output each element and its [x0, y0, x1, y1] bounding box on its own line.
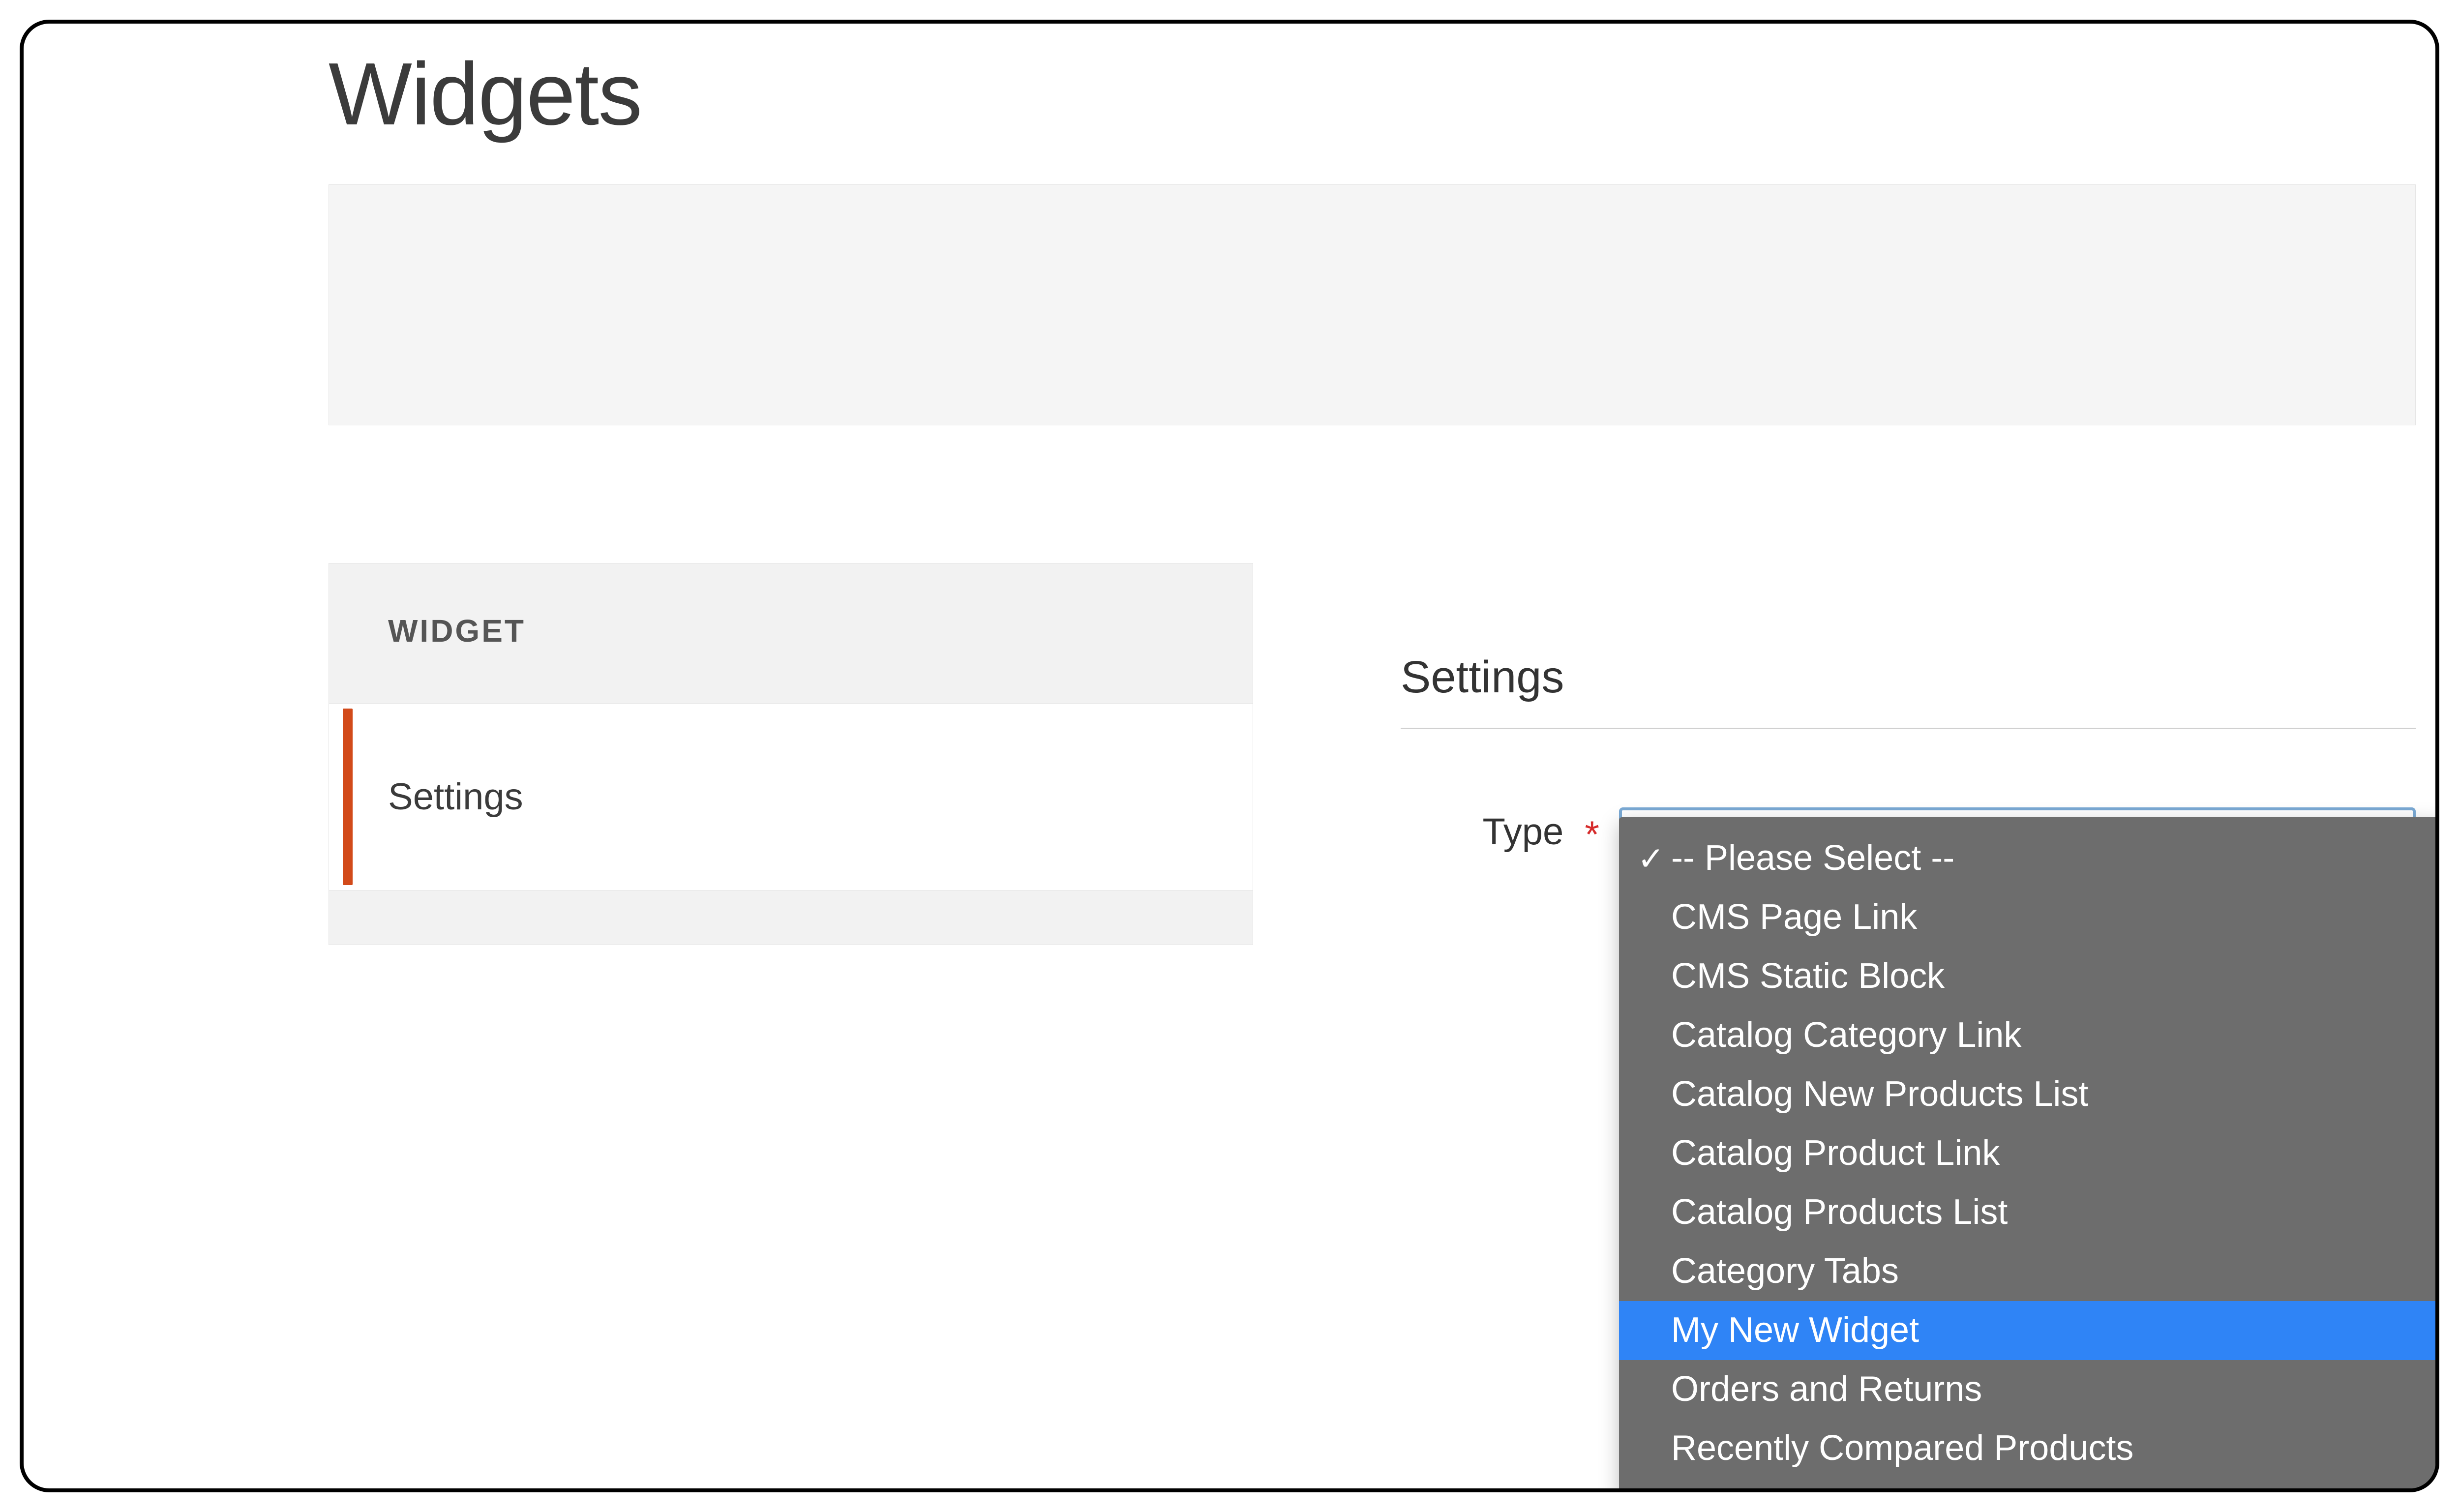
- checkmark-icon: ✓: [1631, 840, 1671, 878]
- type-option-label: CMS Static Block: [1671, 957, 1945, 996]
- type-option-catalog-category-link[interactable]: Catalog Category Link: [1619, 1006, 2439, 1065]
- type-option-catalog-product-link[interactable]: Catalog Product Link: [1619, 1124, 2439, 1183]
- toolbar-band: [329, 184, 2416, 425]
- type-option-label: My New Widget: [1671, 1311, 1919, 1350]
- required-mark-type: *: [1585, 814, 1599, 856]
- type-option-please-select[interactable]: ✓ -- Please Select --: [1619, 829, 2439, 888]
- sidebar-footer-spacer: [329, 890, 1253, 945]
- app-inner: Widgets WIDGET Settings Settings Type *: [24, 24, 2435, 1488]
- type-option-label: Catalog Products List: [1671, 1193, 2008, 1232]
- layout: WIDGET Settings Settings Type *: [329, 563, 2416, 1212]
- type-option-catalog-new-products-list[interactable]: Catalog New Products List: [1619, 1065, 2439, 1124]
- page-title: Widgets: [329, 43, 2416, 145]
- type-option-label: Category Tabs: [1671, 1252, 1899, 1291]
- type-select-wrap: ✓ -- Please Select -- CMS Page Link CMS …: [1619, 807, 2416, 891]
- form-row-type: Type * ✓ -- Please Select --: [1401, 807, 2416, 891]
- label-type-text: Type: [1483, 811, 1564, 853]
- type-option-label: CMS Page Link: [1671, 898, 1917, 937]
- type-option-label: -- Please Select --: [1671, 839, 1954, 878]
- type-option-label: Catalog New Products List: [1671, 1075, 2088, 1114]
- type-option-cms-static-block[interactable]: CMS Static Block: [1619, 947, 2439, 1006]
- main-panel: Settings Type * ✓ -- Please Select --: [1401, 563, 2416, 1212]
- sidebar-tab-settings-label: Settings: [388, 775, 523, 818]
- app-frame: Widgets WIDGET Settings Settings Type *: [20, 20, 2439, 1492]
- type-option-label: Recently Compared Products: [1671, 1429, 2133, 1468]
- type-option-orders-and-returns[interactable]: Orders and Returns: [1619, 1360, 2439, 1419]
- type-option-my-new-widget[interactable]: My New Widget: [1619, 1301, 2439, 1360]
- type-option-cms-page-link[interactable]: CMS Page Link: [1619, 888, 2439, 947]
- type-option-recently-compared-products[interactable]: Recently Compared Products: [1619, 1419, 2439, 1478]
- type-option-label: Catalog Category Link: [1671, 1016, 2021, 1055]
- type-option-label: Catalog Product Link: [1671, 1134, 2000, 1173]
- sidebar-title: WIDGET: [329, 563, 1253, 704]
- type-option-label: Orders and Returns: [1671, 1370, 1982, 1409]
- sidebar-tabs: WIDGET Settings: [329, 563, 1253, 945]
- sidebar-tab-settings[interactable]: Settings: [329, 704, 1253, 890]
- section-title-settings: Settings: [1401, 652, 2416, 729]
- type-option-category-tabs[interactable]: Category Tabs: [1619, 1242, 2439, 1301]
- label-type: Type *: [1401, 807, 1599, 853]
- type-option-catalog-products-list[interactable]: Catalog Products List: [1619, 1183, 2439, 1242]
- type-dropdown[interactable]: ✓ -- Please Select -- CMS Page Link CMS …: [1619, 817, 2439, 1492]
